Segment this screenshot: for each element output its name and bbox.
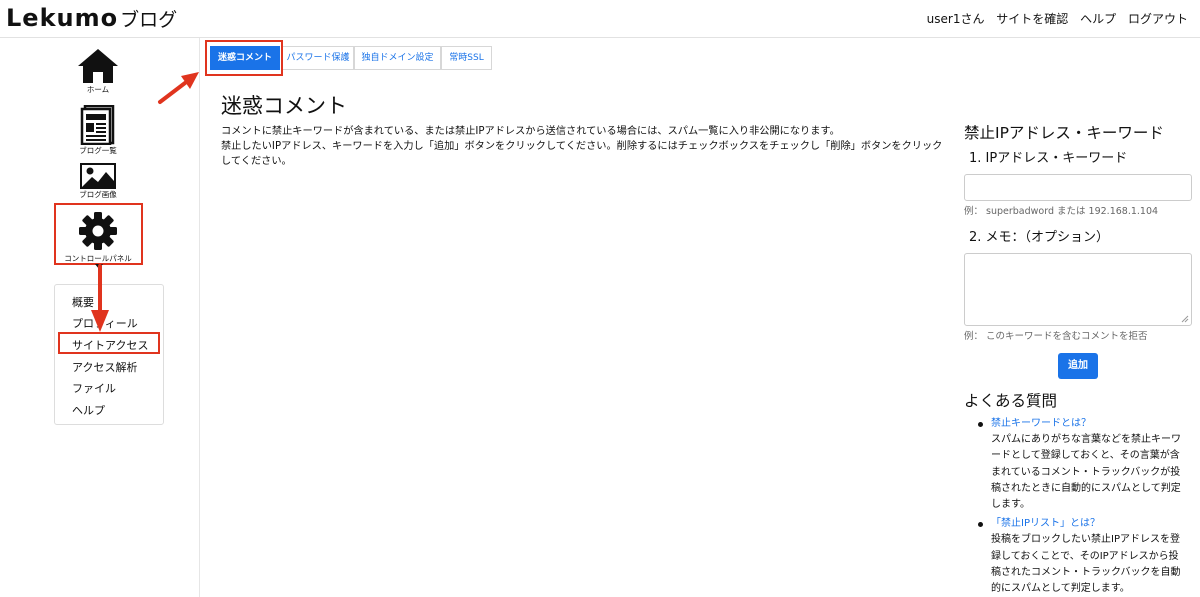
page-description: コメントに禁止キーワードが含まれている、または禁止IPアドレスから送信されている… [221,124,946,169]
submenu-item-profile[interactable]: プロフィール [72,315,138,331]
control-panel-submenu: 概要 プロフィール サイトアクセス アクセス解析 ファイル ヘルプ [54,284,164,425]
tab-custom-domain[interactable]: 独自ドメイン設定 [354,46,441,70]
logout-link[interactable]: ログアウト [1128,12,1188,26]
add-button[interactable]: 追加 [1058,353,1098,379]
view-site-link[interactable]: サイトを確認 [996,12,1068,26]
sidebar-item-label: ホーム [86,85,110,94]
site-access-highlight [58,332,160,354]
header-bar: Lekumo ブログ user1さん サイトを確認 ヘルプ ログアウト [0,0,1200,38]
faq-answer: 投稿をブロックしたい禁止IPアドレスを登録しておくことで、そのIPアドレスから投… [991,534,1181,595]
faq-item: 「禁止IPリスト」とは？ 投稿をブロックしたい禁止IPアドレスを登録しておくこと… [978,516,1188,597]
page-title: 迷惑コメント [221,94,347,118]
bullet-icon [978,522,983,528]
resize-handle-icon[interactable] [1181,315,1189,323]
tab-highlight [205,40,283,76]
user-menu-link[interactable]: user1さん [927,12,985,26]
tab-password-protection[interactable]: パスワード保護 [282,46,354,70]
submenu-item-files[interactable]: ファイル [72,380,116,396]
sidebar-item-blog-list[interactable]: ブログ一覧 [48,105,148,156]
memo-hint: 例： このキーワードを含むコメントを拒否 [964,331,1148,342]
faq-question-link[interactable]: 禁止キーワードとは？ [991,416,1188,432]
logo-subtext: ブログ [120,9,178,31]
submenu-item-analytics[interactable]: アクセス解析 [72,359,137,375]
tab-always-ssl[interactable]: 常時SSL [441,46,492,70]
help-link[interactable]: ヘルプ [1080,12,1116,26]
ip-keyword-input[interactable] [964,174,1192,201]
ip-keyword-hint: 例： superbadword または 192.168.1.104 [964,206,1159,217]
faq-item: 禁止キーワードとは？ スパムにありがちな言葉などを禁止キーワードとして登録してお… [978,416,1188,513]
bullet-icon [978,422,983,427]
home-icon [78,49,118,83]
control-panel-highlight [54,203,143,265]
sidebar-item-home[interactable]: ホーム [48,48,148,95]
ip-keyword-label: 1. IPアドレス・キーワード [969,151,1128,166]
caret-down-icon [95,264,103,269]
sidebar-item-blog-images[interactable]: ブログ画像 [48,163,148,200]
description-line-2: 禁止したいIPアドレス、キーワードを入力し「追加」ボタンをクリックしてください。… [221,141,943,167]
blog-list-icon [80,105,115,145]
faq-title: よくある質問 [964,392,1058,410]
faq-answer: スパムにありがちな言葉などを禁止キーワードとして登録しておくと、その言葉が含まれ… [991,434,1181,511]
logo-text: Lekumo [6,4,119,32]
description-line-1: コメントに禁止キーワードが含まれている、または禁止IPアドレスから送信されている… [221,126,840,137]
sidebar-item-label: ブログ画像 [79,190,117,199]
faq-question-link[interactable]: 「禁止IPリスト」とは？ [991,516,1188,532]
top-nav: user1さん サイトを確認 ヘルプ ログアウト [919,10,1188,27]
faq-list: 禁止キーワードとは？ スパムにありがちな言葉などを禁止キーワードとして登録してお… [978,416,1188,597]
submenu-item-overview[interactable]: 概要 [72,294,94,310]
blocklist-title: 禁止IPアドレス・キーワード [964,124,1164,142]
sidebar: ホーム ブログ一覧 ブログ画像 コントロールパネル 概要 プロフィール サイトア… [0,38,200,597]
submenu-item-help[interactable]: ヘルプ [72,402,105,418]
site-logo[interactable]: Lekumo ブログ [6,4,177,32]
memo-textarea[interactable] [964,253,1192,326]
memo-label: 2. メモ：（オプション） [969,230,1110,245]
image-icon [80,163,116,189]
sidebar-item-label: ブログ一覧 [79,146,117,155]
